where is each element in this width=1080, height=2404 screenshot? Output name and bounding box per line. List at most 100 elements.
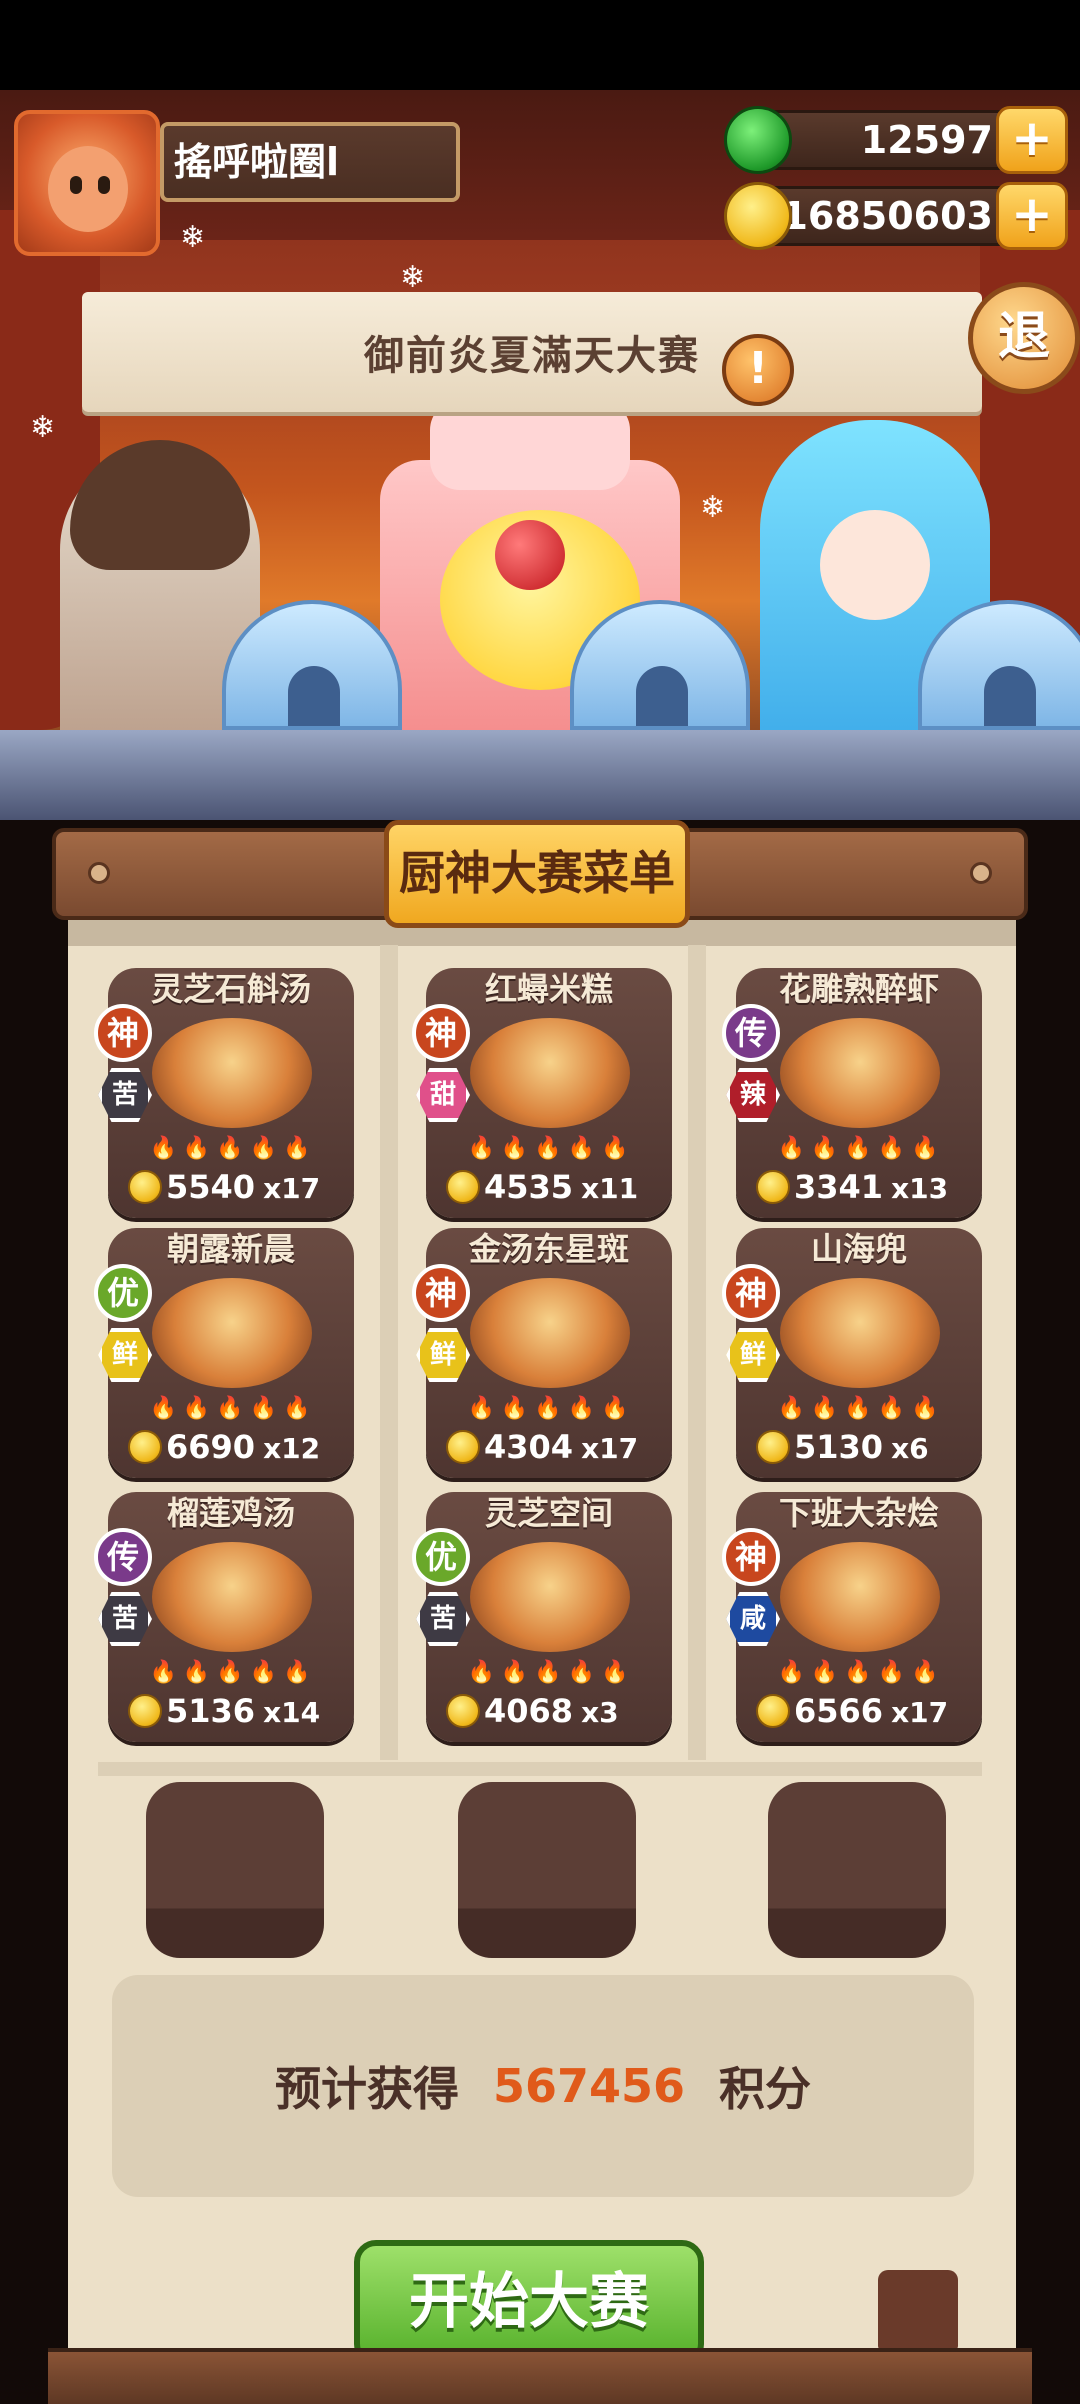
dish-illustration	[152, 1278, 312, 1388]
dish-illustration	[780, 1278, 940, 1388]
snowflake-icon: ❄	[700, 490, 726, 525]
estimate-value: 567456	[492, 2059, 686, 2113]
dish-card[interactable]: 金汤东星斑神鲜 🔥🔥🔥🔥🔥 4304 x17	[412, 1228, 672, 1478]
player-avatar[interactable]	[14, 110, 160, 256]
coin-icon	[446, 1170, 480, 1204]
dish-quantity: x6	[891, 1432, 929, 1465]
dish-rank-badge: 优	[412, 1528, 470, 1586]
avatar-eye	[98, 176, 110, 194]
dish-name: 朝露新晨	[166, 1230, 295, 1268]
dish-price-value: 4304	[484, 1428, 574, 1466]
menu-title: 厨神大赛菜单	[384, 820, 690, 928]
dish-illustration	[780, 1542, 940, 1652]
coin-amount: 16850603	[781, 194, 993, 238]
avatar-face	[48, 146, 128, 232]
dish-rank-badge: 神	[412, 1264, 470, 1322]
dish-price: 6690 x12	[128, 1428, 348, 1466]
coin-icon	[756, 1430, 790, 1464]
coin-icon	[128, 1694, 162, 1728]
cherry-illustration	[495, 520, 565, 590]
flame-rating-icon: 🔥🔥🔥🔥🔥	[149, 1136, 317, 1161]
dish-price: 4068 x3	[446, 1692, 666, 1730]
event-info-button[interactable]: !	[722, 334, 794, 406]
event-title-banner: 御前炎夏滿天大赛	[82, 292, 982, 412]
dish-name: 花雕熟醉虾	[778, 970, 939, 1008]
dish-illustration	[470, 1542, 630, 1652]
player-name: 搖呼啦圈l	[160, 122, 460, 202]
estimate-text: 预计获得 567456 积分	[112, 1975, 974, 2197]
dish-rank-badge: 神	[722, 1528, 780, 1586]
add-coins-button[interactable]: +	[996, 182, 1068, 250]
flame-rating-icon: 🔥🔥🔥🔥🔥	[467, 1660, 635, 1685]
dish-rank-badge: 神	[412, 1004, 470, 1062]
coin-icon	[446, 1430, 480, 1464]
dish-name: 榴莲鸡汤	[166, 1494, 295, 1532]
coin-icon	[446, 1694, 480, 1728]
dish-price-value: 5540	[166, 1168, 256, 1206]
dish-name: 下班大杂烩	[778, 1494, 939, 1532]
status-bar	[0, 0, 1080, 90]
dish-quantity: x17	[581, 1432, 639, 1465]
dish-illustration	[152, 1018, 312, 1128]
dish-price-value: 5136	[166, 1692, 256, 1730]
dish-price: 6566 x17	[756, 1692, 976, 1730]
beam-rivet	[970, 862, 992, 884]
coin-icon	[128, 1170, 162, 1204]
dish-illustration	[470, 1018, 630, 1128]
dish-card[interactable]: 灵芝空间优苦 🔥🔥🔥🔥🔥 4068 x3	[412, 1492, 672, 1742]
estimate-suffix: 积分	[719, 2062, 812, 2116]
dish-price: 5136 x14	[128, 1692, 348, 1730]
column-divider	[688, 945, 706, 1760]
dish-illustration	[470, 1278, 630, 1388]
cake-top-layer	[430, 400, 630, 490]
snowflake-icon: ❄	[30, 410, 56, 445]
empty-dish-slot[interactable]	[768, 1782, 946, 1958]
dish-price: 3341 x13	[756, 1168, 976, 1206]
dish-name: 灵芝空间	[484, 1494, 613, 1532]
jade-icon	[724, 106, 792, 174]
dish-card[interactable]: 红蟳米糕神甜 🔥🔥🔥🔥🔥 4535 x11	[412, 968, 672, 1218]
exit-button[interactable]: 退	[968, 282, 1080, 394]
section-divider	[98, 1762, 982, 1776]
coin-icon	[756, 1694, 790, 1728]
empty-dish-slot[interactable]	[146, 1782, 324, 1958]
bottom-wood-bar	[48, 2348, 1032, 2404]
dish-card[interactable]: 榴莲鸡汤传苦 🔥🔥🔥🔥🔥 5136 x14	[94, 1492, 354, 1742]
flame-rating-icon: 🔥🔥🔥🔥🔥	[777, 1396, 945, 1421]
dish-price-value: 6690	[166, 1428, 256, 1466]
dish-price-value: 3341	[794, 1168, 884, 1206]
dish-illustration	[780, 1018, 940, 1128]
beam-rivet	[88, 862, 110, 884]
dish-name: 红蟳米糕	[484, 970, 613, 1008]
dish-card[interactable]: 下班大杂烩神咸 🔥🔥🔥🔥🔥 6566 x17	[722, 1492, 982, 1742]
dish-rank-badge: 神	[722, 1264, 780, 1322]
dish-price: 5130 x6	[756, 1428, 976, 1466]
dish-card[interactable]: 花雕熟醉虾传辣 🔥🔥🔥🔥🔥 3341 x13	[722, 968, 982, 1218]
column-divider	[380, 945, 398, 1760]
flame-rating-icon: 🔥🔥🔥🔥🔥	[777, 1136, 945, 1161]
flame-rating-icon: 🔥🔥🔥🔥🔥	[149, 1396, 317, 1421]
dish-price-value: 4535	[484, 1168, 574, 1206]
flame-rating-icon: 🔥🔥🔥🔥🔥	[467, 1136, 635, 1161]
dish-price-value: 6566	[794, 1692, 884, 1730]
empty-dish-slot[interactable]	[458, 1782, 636, 1958]
stage-floor	[0, 730, 1080, 820]
dish-quantity: x3	[581, 1696, 619, 1729]
estimate-box: 预计获得 567456 积分	[112, 1975, 974, 2197]
dish-rank-badge: 优	[94, 1264, 152, 1322]
coin-icon	[128, 1430, 162, 1464]
dish-card[interactable]: 灵芝石斛汤神苦 🔥🔥🔥🔥🔥 5540 x17	[94, 968, 354, 1218]
dish-card[interactable]: 山海兜神鲜 🔥🔥🔥🔥🔥 5130 x6	[722, 1228, 982, 1478]
snowflake-icon: ❄	[400, 260, 426, 295]
dish-name: 灵芝石斛汤	[150, 970, 311, 1008]
dish-illustration	[152, 1542, 312, 1652]
utensil-jar-decoration	[878, 2270, 958, 2350]
flame-rating-icon: 🔥🔥🔥🔥🔥	[777, 1660, 945, 1685]
dish-name: 山海兜	[810, 1230, 907, 1268]
dish-card[interactable]: 朝露新晨优鲜 🔥🔥🔥🔥🔥 6690 x12	[94, 1228, 354, 1478]
dish-quantity: x11	[581, 1172, 639, 1205]
add-jade-button[interactable]: +	[996, 106, 1068, 174]
event-title: 御前炎夏滿天大赛	[364, 333, 700, 379]
dish-price-value: 5130	[794, 1428, 884, 1466]
dish-quantity: x12	[263, 1432, 321, 1465]
